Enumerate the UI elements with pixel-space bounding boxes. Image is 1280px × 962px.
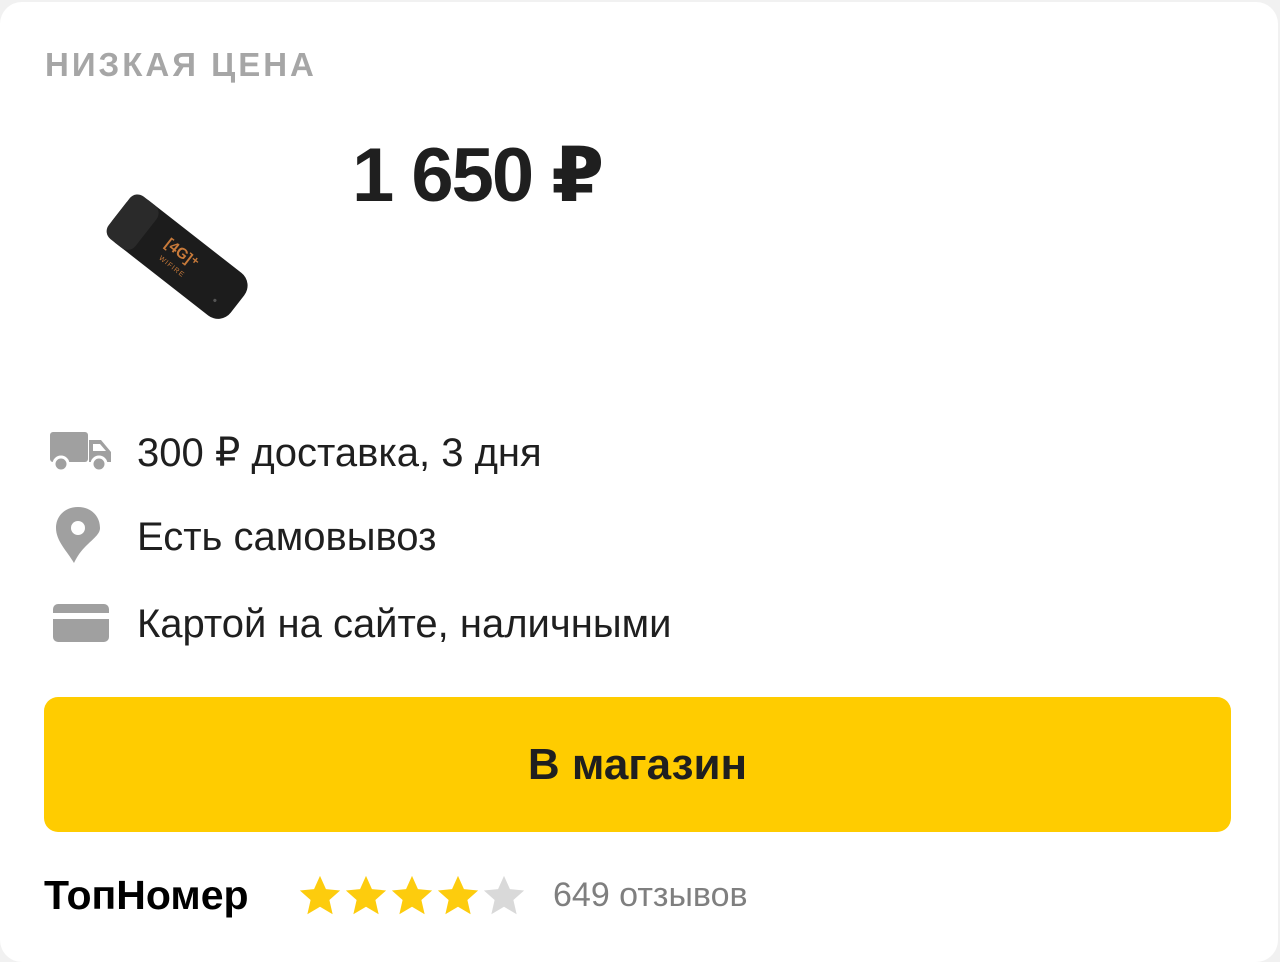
- map-pin-icon: [56, 507, 100, 563]
- pickup-info: Есть самовывоз: [0, 507, 1000, 567]
- go-to-shop-button[interactable]: В магазин: [44, 697, 1231, 832]
- star-icon: [299, 875, 341, 915]
- star-icon: [391, 875, 433, 915]
- star-icon: [437, 875, 479, 915]
- truck-icon: [50, 432, 111, 473]
- payment-info: Картой на сайте, наличными: [0, 594, 1000, 654]
- delivery-text: 300 ₽ доставка, 3 дня: [137, 431, 542, 475]
- product-image[interactable]: [4G]⁺ WIFIRE: [95, 182, 255, 327]
- payment-text: Картой на сайте, наличными: [137, 602, 672, 646]
- pickup-text: Есть самовывоз: [137, 515, 437, 559]
- price: 1 650 ₽: [352, 133, 604, 218]
- delivery-info: 300 ₽ доставка, 3 дня: [0, 422, 1000, 482]
- star-icon: [483, 875, 525, 915]
- credit-card-icon: [53, 604, 109, 642]
- star-icon: [345, 875, 387, 915]
- shop-name[interactable]: ТопНомер: [44, 872, 249, 919]
- low-price-badge: НИЗКАЯ ЦЕНА: [45, 46, 317, 83]
- reviews-link[interactable]: 649 отзывов: [553, 876, 748, 915]
- shop-rating: [297, 873, 527, 919]
